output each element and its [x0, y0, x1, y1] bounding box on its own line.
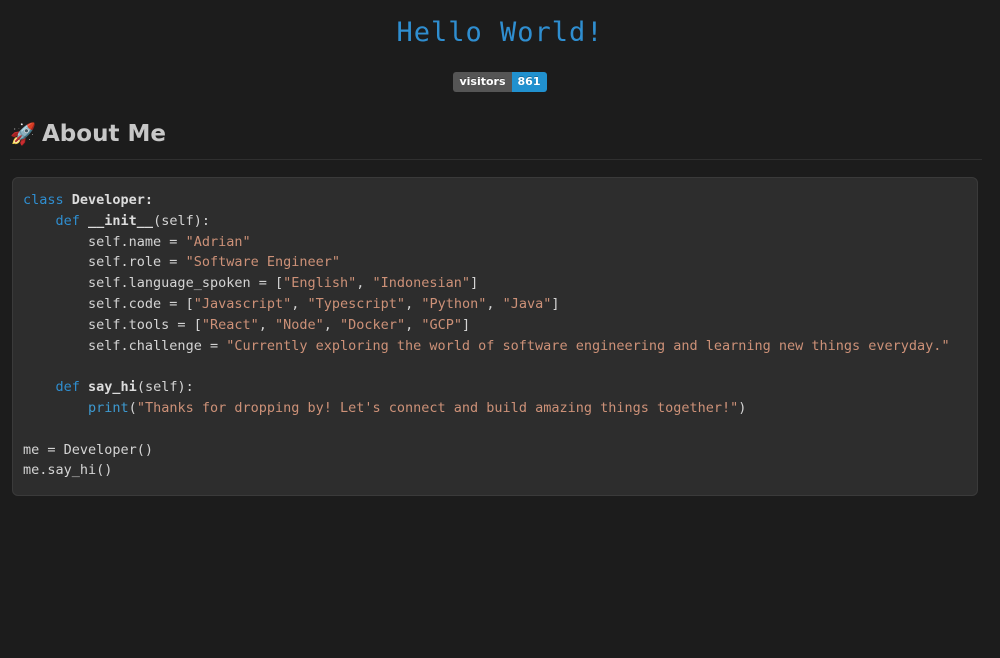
code-token: (self): [137, 379, 194, 395]
code-token: me.say_hi() [23, 462, 112, 478]
code-token: "Software Engineer" [186, 254, 340, 270]
code-token: ) [738, 400, 746, 416]
code-token: __init__ [88, 213, 153, 229]
code-token: "Node" [275, 317, 324, 333]
code-token: ] [470, 275, 478, 291]
code-token: self.language_spoken = [ [23, 275, 283, 291]
code-content: class Developer: def __init__(self): sel… [23, 190, 967, 481]
code-token: "Javascript" [194, 296, 292, 312]
code-token: , [405, 296, 421, 312]
visitors-badge-count: 861 [512, 72, 547, 92]
code-token: "Java" [503, 296, 552, 312]
page-title: Hello World! [0, 16, 1000, 50]
code-token [23, 379, 56, 395]
code-token: ] [551, 296, 559, 312]
code-token: "Python" [421, 296, 486, 312]
code-token: "Indonesian" [373, 275, 471, 291]
code-token: , [324, 317, 340, 333]
code-token: ( [129, 400, 137, 416]
code-python: class Developer: def __init__(self): sel… [23, 192, 950, 478]
code-token [23, 400, 88, 416]
code-token: , [259, 317, 275, 333]
code-token: (self): [153, 213, 210, 229]
about-me-section: 🚀 About Me [0, 120, 1000, 160]
code-token: "Adrian" [186, 234, 251, 250]
code-token: "Typescript" [308, 296, 406, 312]
code-token: self.code = [ [23, 296, 194, 312]
visitors-badge[interactable]: visitors 861 [453, 72, 546, 92]
code-token: class [23, 192, 72, 208]
code-token: , [405, 317, 421, 333]
code-token: say_hi [88, 379, 137, 395]
badge-row: visitors 861 [0, 72, 1000, 92]
section-title: About Me [42, 120, 166, 148]
code-token: "English" [283, 275, 356, 291]
code-token: "Thanks for dropping by! Let's connect a… [137, 400, 738, 416]
code-token: ] [462, 317, 470, 333]
code-token: "Currently exploring the world of softwa… [226, 338, 949, 354]
code-token: Developer: [72, 192, 153, 208]
code-token: "Docker" [340, 317, 405, 333]
code-token: def [56, 379, 89, 395]
profile-readme-page: Hello World! visitors 861 🚀 About Me cla… [0, 0, 1000, 658]
code-token [23, 213, 56, 229]
code-token: print [88, 400, 129, 416]
code-token: self.name = [23, 234, 186, 250]
title-row: Hello World! [0, 0, 1000, 50]
code-block: class Developer: def __init__(self): sel… [12, 177, 978, 496]
rocket-icon: 🚀 [10, 124, 34, 145]
code-token: "React" [202, 317, 259, 333]
code-token: , [356, 275, 372, 291]
code-token: self.role = [23, 254, 186, 270]
code-token: self.challenge = [23, 338, 226, 354]
code-token: "GCP" [421, 317, 462, 333]
code-token: def [56, 213, 89, 229]
section-header: 🚀 About Me [10, 120, 982, 160]
code-token: , [291, 296, 307, 312]
code-token: self.tools = [ [23, 317, 202, 333]
code-token: , [486, 296, 502, 312]
visitors-badge-label: visitors [453, 72, 511, 92]
code-token: me = Developer() [23, 442, 153, 458]
